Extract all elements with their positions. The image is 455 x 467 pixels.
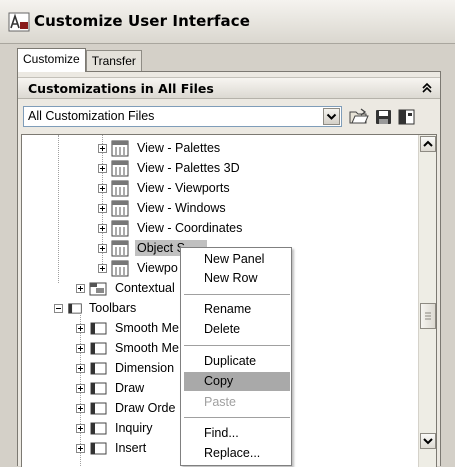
tree-item[interactable]: View - Viewports <box>98 178 232 198</box>
tree-item[interactable]: Insert <box>76 438 148 458</box>
expand-plus-icon[interactable] <box>98 163 107 173</box>
tree-item-label: Draw Orde <box>115 401 176 415</box>
ribbon-panel-icon <box>111 200 129 216</box>
menu-separator <box>184 417 290 418</box>
tree-item[interactable]: Viewpo <box>98 258 180 278</box>
expand-plus-icon[interactable] <box>76 283 85 293</box>
expand-plus-icon[interactable] <box>76 343 85 353</box>
tree-item-toolbars[interactable]: Toolbars <box>54 298 138 318</box>
tree-item[interactable]: Smooth Me <box>76 338 181 358</box>
tree-item[interactable]: Inquiry <box>76 418 155 438</box>
menu-item-duplicate[interactable]: Duplicate <box>184 352 290 371</box>
chevron-down-icon <box>423 438 433 445</box>
tree-item-label: View - Coordinates <box>137 221 243 235</box>
toolbar-icon <box>90 342 107 354</box>
tree-item-label: Dimension <box>115 361 175 375</box>
context-menu: New Panel New Row Rename Delete Duplicat… <box>180 247 292 466</box>
title-bar: Customize User Interface <box>0 0 455 44</box>
expand-plus-icon[interactable] <box>98 143 107 153</box>
expand-plus-icon[interactable] <box>76 403 85 413</box>
tree-vertical-scrollbar[interactable] <box>418 135 436 467</box>
save-icon[interactable] <box>374 108 394 126</box>
ribbon-panel-icon <box>111 180 129 196</box>
ribbon-panel-icon <box>111 140 129 156</box>
tree-item[interactable]: View - Coordinates <box>98 218 244 238</box>
tree-item-label: Contextual <box>115 281 175 295</box>
toolbar-icon <box>90 322 107 334</box>
expand-plus-icon[interactable] <box>76 423 85 433</box>
menu-item-paste[interactable]: Paste <box>184 393 290 412</box>
menu-separator <box>184 294 290 295</box>
tree-item[interactable]: Contextual <box>76 278 177 298</box>
menu-item-new-row[interactable]: New Row <box>184 269 290 288</box>
scroll-down-button[interactable] <box>420 433 436 449</box>
tree-item-label: Viewpo <box>137 261 178 275</box>
tab-transfer[interactable]: Transfer <box>85 50 142 72</box>
tree-item[interactable]: Draw <box>76 378 146 398</box>
tree-item[interactable]: View - Windows <box>98 198 228 218</box>
menu-item-replace[interactable]: Replace... <box>184 444 290 463</box>
toolbar-icon <box>90 402 107 414</box>
tab-customize[interactable]: Customize <box>17 48 86 72</box>
menu-item-find[interactable]: Find... <box>184 424 290 443</box>
menu-item-copy[interactable]: Copy <box>184 372 290 391</box>
tree-item-label: View - Palettes <box>137 141 221 155</box>
menu-item-delete[interactable]: Delete <box>184 320 290 339</box>
tree-item[interactable]: Draw Orde <box>76 398 177 418</box>
contextual-tab-icon <box>89 282 107 295</box>
tree-item-label: View - Palettes 3D <box>137 161 240 175</box>
tree-item[interactable]: View - Palettes 3D <box>98 158 242 178</box>
preview-icon[interactable] <box>397 108 417 126</box>
open-folder-icon[interactable] <box>349 108 369 126</box>
tree-line <box>58 135 59 283</box>
tree-item[interactable]: View - Palettes <box>98 138 222 158</box>
tree-item[interactable]: Smooth Me <box>76 318 181 338</box>
expand-plus-icon[interactable] <box>76 443 85 453</box>
tree-item-label: Insert <box>115 441 147 455</box>
expand-plus-icon[interactable] <box>98 203 107 213</box>
expand-plus-icon[interactable] <box>76 363 85 373</box>
expand-plus-icon[interactable] <box>76 323 85 333</box>
window-title: Customize User Interface <box>34 12 251 30</box>
toolbar-icon <box>90 362 107 374</box>
section-header: Customizations in All Files <box>18 77 440 99</box>
ribbon-panel-icon <box>111 220 129 236</box>
menu-item-new-panel[interactable]: New Panel <box>184 250 290 269</box>
customization-file-select[interactable]: All Customization Files <box>23 106 342 127</box>
expand-plus-icon[interactable] <box>98 223 107 233</box>
scroll-thumb[interactable] <box>420 303 436 329</box>
menu-separator <box>184 345 290 346</box>
grip-icon <box>425 312 431 320</box>
tree-item-label: Smooth Me <box>115 341 179 355</box>
chevron-down-icon[interactable] <box>323 108 340 125</box>
menu-item-rename[interactable]: Rename <box>184 300 290 319</box>
scroll-up-button[interactable] <box>420 136 436 152</box>
expand-plus-icon[interactable] <box>98 243 107 253</box>
autocad-app-icon <box>8 12 30 32</box>
file-select-value: All Customization Files <box>28 109 155 123</box>
tree-item-label: Smooth Me <box>115 321 179 335</box>
expand-plus-icon[interactable] <box>98 263 107 273</box>
tree-item-label: View - Windows <box>137 201 226 215</box>
expand-plus-icon[interactable] <box>76 383 85 393</box>
section-title: Customizations in All Files <box>28 81 214 96</box>
tab-strip: Customize Transfer <box>17 48 142 72</box>
chevron-up-icon <box>423 140 433 147</box>
tree-item-label: View - Viewports <box>137 181 230 195</box>
ribbon-panel-icon <box>111 160 129 176</box>
double-chevron-up-icon[interactable] <box>420 81 434 95</box>
collapse-minus-icon[interactable] <box>54 303 63 313</box>
ribbon-panel-icon <box>111 240 129 256</box>
tree-item-label: Inquiry <box>115 421 153 435</box>
tree-item-label: Toolbars <box>89 301 137 315</box>
toolbar-icon <box>90 382 107 394</box>
toolbar-icon <box>68 302 82 314</box>
toolbar-icon <box>90 422 107 434</box>
tree-item-label: Draw <box>115 381 145 395</box>
toolbar-icon <box>90 442 107 454</box>
ribbon-panel-icon <box>111 260 129 276</box>
expand-plus-icon[interactable] <box>98 183 107 193</box>
tree-item[interactable]: Dimension <box>76 358 176 378</box>
